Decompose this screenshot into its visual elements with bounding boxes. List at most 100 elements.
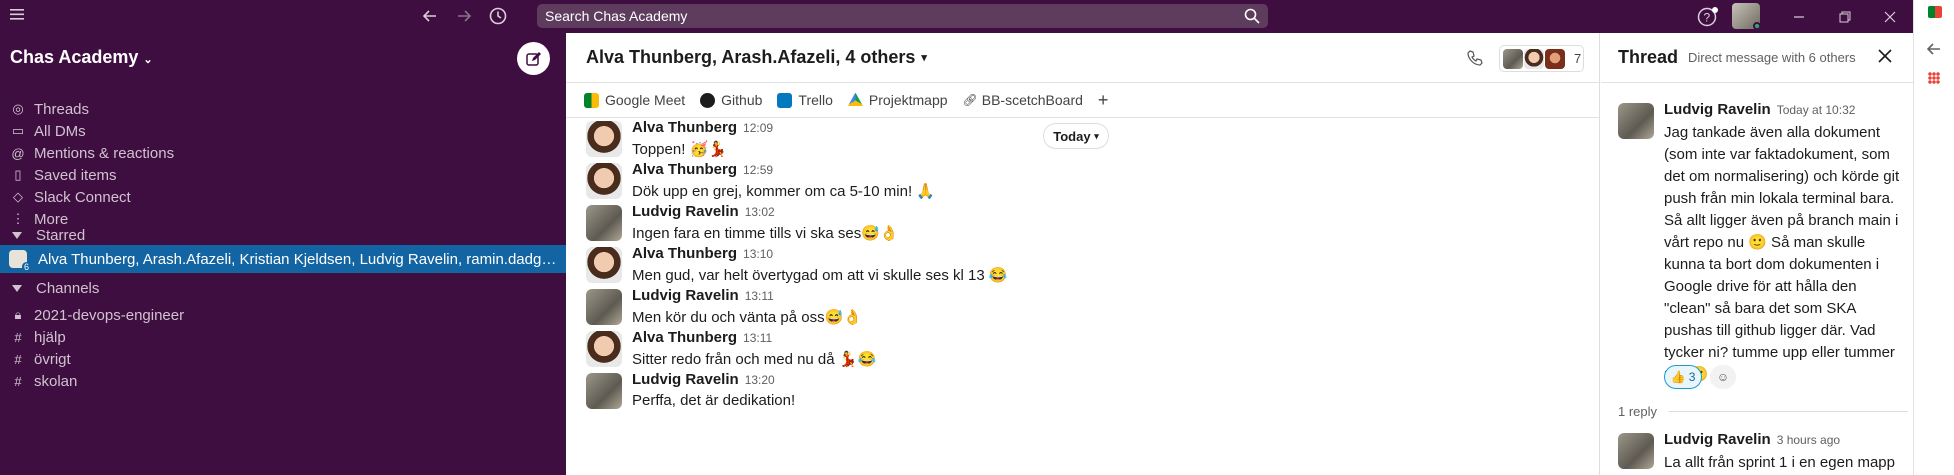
- avatar[interactable]: [586, 331, 622, 367]
- channel-skolan[interactable]: # skolan: [0, 367, 566, 395]
- author-name[interactable]: Ludvig Ravelin 3 hours ago: [1664, 431, 1840, 448]
- avatar[interactable]: [586, 163, 622, 199]
- channel-header: Alva Thunberg, Arash.Afazeli, 4 others ▾…: [566, 33, 1599, 83]
- message-text: Dök upp en grej, kommer om ca 5-10 min! …: [632, 183, 935, 200]
- date-divider-today[interactable]: Today ▾: [1043, 123, 1109, 149]
- bookmark-trello[interactable]: Trello: [777, 92, 833, 108]
- message[interactable]: Ludvig Ravelin 13:20 Perffa, det är dedik…: [586, 371, 1566, 423]
- avatar[interactable]: [1618, 433, 1654, 469]
- sidebar-item-group-dm[interactable]: 6 Alva Thunberg, Arash.Afazeli, Kristian…: [0, 245, 566, 273]
- workspace-name[interactable]: Chas Academy ⌄: [10, 47, 153, 68]
- reaction-label: 👍 3: [1670, 370, 1696, 384]
- add-reaction-icon[interactable]: ☺︎: [1710, 365, 1736, 389]
- browser-side-strip: [1913, 0, 1954, 475]
- timestamp[interactable]: 13:02: [745, 205, 775, 219]
- timestamp[interactable]: 12:59: [743, 163, 773, 177]
- author-name[interactable]: Ludvig Ravelin 13:11: [632, 287, 774, 304]
- add-bookmark-button[interactable]: +: [1098, 90, 1109, 111]
- menu-icon[interactable]: [10, 8, 24, 20]
- user-avatar[interactable]: [1732, 3, 1760, 29]
- author-name[interactable]: Ludvig Ravelin 13:20: [632, 371, 775, 388]
- author-label: Alva Thunberg: [632, 119, 738, 136]
- author-label: Ludvig Ravelin: [632, 203, 739, 220]
- avatar[interactable]: [586, 121, 622, 157]
- message-text: Ingen fara en timme tills vi ska ses😅👌: [632, 225, 899, 242]
- close-icon[interactable]: [1877, 48, 1893, 68]
- members-button[interactable]: 7: [1499, 45, 1584, 72]
- channel-label: skolan: [34, 372, 78, 390]
- author-name[interactable]: Ludvig Ravelin 13:02: [632, 203, 775, 220]
- meet-icon[interactable]: [1928, 6, 1942, 18]
- top-bar: Search Chas Academy ?: [0, 0, 1954, 33]
- bookmark-projektmapp[interactable]: Projektmapp: [847, 92, 948, 108]
- bookmark-label: Google Meet: [605, 92, 686, 108]
- workspace-label: Chas Academy: [10, 47, 139, 67]
- message-list: Alva Thunberg 12:09 Toppen! 🥳💃 Today ▾ Al…: [566, 118, 1599, 474]
- thread-subtitle[interactable]: Direct message with 6 others: [1688, 50, 1856, 65]
- avatar[interactable]: [586, 205, 622, 241]
- sidebar-item-label: Threads: [34, 100, 90, 118]
- compose-button[interactable]: [517, 42, 550, 75]
- bookmark-bb-scetchboard[interactable]: 🔗︎ BB-scetchBoard: [963, 92, 1083, 108]
- author-name[interactable]: Alva Thunberg 12:09: [632, 119, 773, 136]
- bookmark-google-meet[interactable]: Google Meet: [584, 92, 685, 108]
- member-avatar: [1503, 48, 1523, 69]
- avatar[interactable]: [1618, 103, 1654, 139]
- caret-down-icon: [12, 231, 22, 239]
- date-label: Today: [1053, 128, 1091, 144]
- sidebar-item-label: Alva Thunberg, Arash.Afazeli, Kristian K…: [38, 250, 557, 268]
- hash-icon: #: [14, 329, 22, 345]
- search-input[interactable]: Search Chas Academy: [537, 4, 1268, 28]
- author-label: Ludvig Ravelin: [1664, 101, 1771, 118]
- minimize-icon[interactable]: [1776, 0, 1822, 33]
- section-label: Starred: [36, 226, 86, 244]
- avatar[interactable]: [586, 247, 622, 283]
- connect-icon: ◇: [13, 189, 23, 204]
- author-name[interactable]: Alva Thunberg 13:10: [632, 245, 773, 262]
- timestamp[interactable]: 13:11: [745, 289, 774, 303]
- phone-icon[interactable]: [1466, 49, 1484, 72]
- channels-section-toggle[interactable]: Channels: [0, 275, 99, 301]
- chevron-down-icon[interactable]: ▾: [921, 51, 927, 64]
- author-name[interactable]: Ludvig Ravelin Today at 10:32: [1664, 101, 1855, 118]
- bookmark-label: Github: [721, 92, 763, 108]
- close-window-icon[interactable]: [1867, 0, 1913, 33]
- back-arrow-icon[interactable]: [1925, 40, 1943, 62]
- channel-title[interactable]: Alva Thunberg, Arash.Afazeli, 4 others: [586, 47, 915, 68]
- timestamp[interactable]: 13:20: [745, 373, 775, 387]
- google-meet-icon: [584, 92, 599, 108]
- add-bookmark-label: +: [1097, 89, 1109, 110]
- forward-arrow-icon[interactable]: [454, 6, 474, 26]
- timestamp[interactable]: 13:10: [743, 247, 773, 261]
- bookmark-label: Trello: [798, 92, 833, 108]
- history-icon[interactable]: [488, 6, 508, 26]
- chevron-down-icon: ⌄: [143, 54, 153, 66]
- author-name[interactable]: Alva Thunberg 12:59: [632, 161, 773, 178]
- channel-label: 2021-devops-engineer: [34, 306, 185, 324]
- timestamp[interactable]: 13:11: [743, 331, 772, 345]
- lock-icon: 🔒︎: [14, 307, 22, 322]
- apps-grid-icon[interactable]: [1928, 72, 1940, 84]
- link-icon: 🔗︎: [962, 93, 978, 107]
- bookmark-github[interactable]: Github: [700, 92, 762, 108]
- divider-line: [1669, 411, 1908, 412]
- reaction-thumbs-up[interactable]: 👍 3: [1664, 365, 1702, 389]
- timestamp[interactable]: 12:09: [743, 121, 773, 135]
- sidebar-item-label: Slack Connect: [34, 188, 131, 206]
- author-name[interactable]: Alva Thunberg 13:11: [632, 329, 772, 346]
- thread-panel: Thread Direct message with 6 others Ludv…: [1601, 33, 1913, 475]
- message-text: Sitter redo från och med nu då 💃😂: [632, 351, 877, 368]
- back-arrow-icon[interactable]: [420, 6, 440, 26]
- timestamp[interactable]: 3 hours ago: [1777, 433, 1840, 447]
- help-icon[interactable]: ?: [1697, 6, 1719, 28]
- svg-text:?: ?: [1704, 11, 1711, 25]
- sidebar-item-label: Saved items: [34, 166, 117, 184]
- caret-down-icon: [12, 284, 22, 292]
- section-label: Channels: [36, 279, 100, 297]
- avatar[interactable]: [586, 289, 622, 325]
- hash-icon: #: [14, 351, 22, 367]
- timestamp[interactable]: Today at 10:32: [1777, 103, 1856, 117]
- restore-icon[interactable]: [1822, 0, 1868, 33]
- avatar[interactable]: [586, 373, 622, 409]
- channel-label: hjälp: [34, 328, 66, 346]
